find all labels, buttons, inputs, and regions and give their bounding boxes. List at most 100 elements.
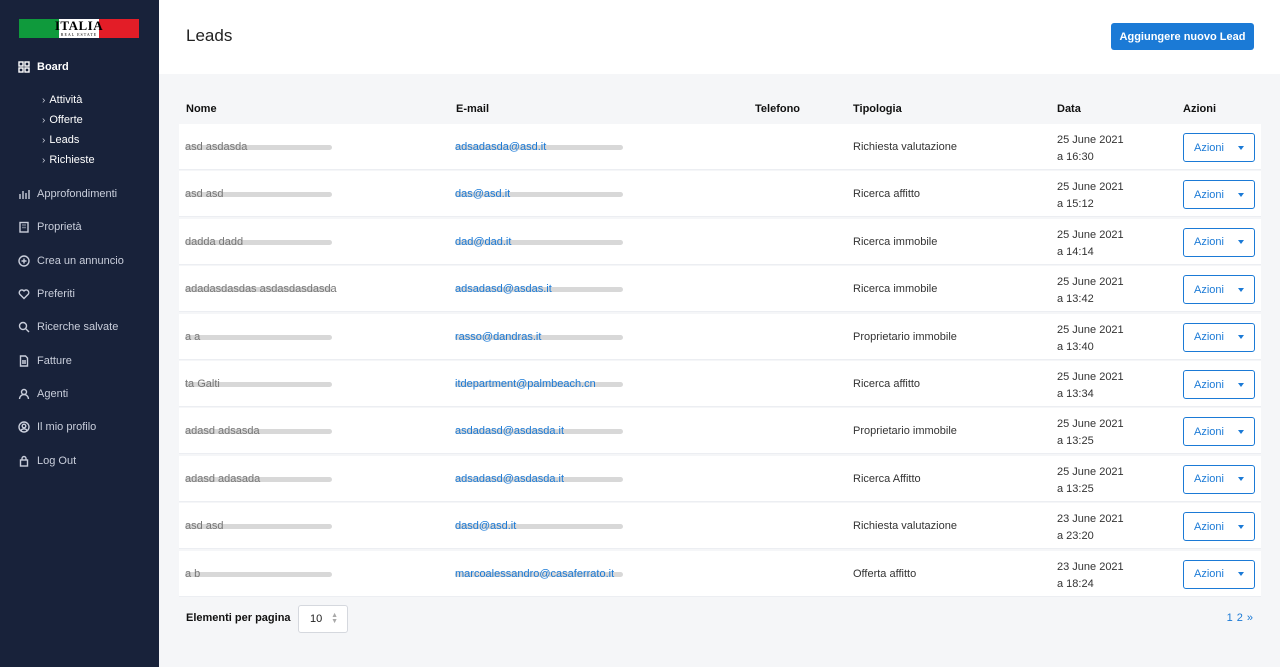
sidebar-item-crea-annuncio[interactable]: Crea un annuncio [18,252,124,270]
lead-email[interactable]: dad@dad.it [455,236,511,248]
lead-date-day: 25 June 2021 [1057,228,1124,241]
actions-label: Azioni [1194,283,1224,296]
sidebar-subitem-attivita[interactable]: › Attività [42,92,82,108]
column-header-tipologia[interactable]: Tipologia [853,103,902,115]
actions-label: Azioni [1194,473,1224,486]
lead-name: a a [185,330,201,343]
lead-email[interactable]: adsadasd@asdasda.it [455,473,564,485]
sidebar-item-agenti[interactable]: Agenti [18,385,68,403]
lead-email[interactable]: adsadasda@asd.it [455,141,546,153]
sidebar-item-label: Il mio profilo [37,421,97,433]
page-header: Leads Aggiungere nuovo Lead [159,0,1280,74]
lead-date: 25 June 2021 a 13:34 [1057,369,1124,403]
lead-date-time: a 16:30 [1057,151,1094,163]
sidebar-item-label: Log Out [37,455,77,467]
updown-icon: ▲ ▼ [331,612,338,625]
lead-name: adadasdasdas asdasdasdasda [185,283,337,296]
lead-type: Richiesta valutazione [853,141,957,153]
sidebar-subitem-label: Offerte [49,114,83,126]
actions-dropdown-button[interactable]: Azioni [1183,417,1255,447]
actions-dropdown-button[interactable]: Azioni [1183,227,1255,257]
actions-dropdown-button[interactable]: Azioni [1183,322,1255,352]
lead-date-day: 25 June 2021 [1057,371,1124,383]
actions-dropdown-button[interactable]: Azioni [1183,512,1255,542]
plus-circle-icon [18,255,30,267]
table-row[interactable]: asd asd dasd@asd.it Richiesta valutazion… [179,503,1261,550]
lead-email[interactable]: adsadasd@asdas.it [455,283,552,295]
page-link-2[interactable]: 2 [1237,612,1243,624]
lead-type: Ricerca affitto [853,188,921,201]
invoice-icon [18,355,30,367]
lead-email[interactable]: rasso@dandras.it [455,331,541,343]
sidebar-item-label: Approfondimenti [37,188,118,200]
lead-type: Proprietario immobile [853,330,957,343]
sidebar-item-fatture[interactable]: Fatture [18,352,72,370]
sidebar-item-preferiti[interactable]: Preferiti [18,285,75,303]
sidebar-subitem-label: Leads [49,134,80,146]
lead-date-time: a 13:25 [1057,482,1094,495]
lead-type: Richiesta valutazione [853,520,957,533]
page-next-link[interactable]: » [1247,612,1253,624]
sidebar-item-logout[interactable]: Log Out [18,452,76,470]
column-header-data[interactable]: Data [1057,103,1081,115]
lead-date-day: 23 June 2021 [1057,513,1124,526]
caret-down-icon [1238,192,1244,197]
sidebar-item-label: Agenti [37,388,69,400]
sidebar-item-approfondimenti[interactable]: Approfondimenti [18,185,117,203]
table-header: Nome E-mail Telefono Tipologia Data Azio… [179,100,1261,120]
lead-date: 25 June 2021 a 14:14 [1057,227,1124,261]
page-link-1[interactable]: 1 [1227,612,1233,624]
redaction-bar [185,334,332,340]
lead-name: adasd adsasda [185,425,260,438]
caret-down-icon [1238,477,1244,482]
sidebar-item-ricerche-salvate[interactable]: Ricerche salvate [18,318,118,336]
sidebar-item-proprieta[interactable]: Proprietà [18,218,82,236]
lead-date-day: 25 June 2021 [1057,181,1124,194]
brand-logo[interactable]: ITALIA REAL ESTATE [19,19,139,38]
table-row[interactable]: a b marcoalessandro@casaferrato.it Offer… [179,550,1261,597]
caret-down-icon [1238,145,1244,150]
lead-date-time: a 13:40 [1057,340,1094,353]
actions-dropdown-button[interactable]: Azioni [1183,370,1255,399]
lead-email[interactable]: marcoalessandro@casaferrato.it [455,568,614,580]
actions-dropdown-button[interactable]: Azioni [1183,559,1255,589]
lead-email[interactable]: asdadasd@asdasda.it [455,425,564,437]
actions-dropdown-button[interactable]: Azioni [1183,180,1255,210]
column-header-nome[interactable]: Nome [186,103,217,115]
add-lead-button[interactable]: Aggiungere nuovo Lead [1111,23,1254,50]
table-row[interactable]: adadasdasdas asdasdasdasda adsadasd@asda… [179,266,1261,313]
lead-type: Ricerca Affitto [853,472,921,485]
lead-type: Proprietario immobile [853,425,957,438]
sidebar-item-label: Ricerche salvate [37,321,119,333]
lead-email[interactable]: itdepartment@palmbeach.cn [455,378,596,390]
lead-email[interactable]: das@asd.it [455,188,510,200]
lock-icon [18,455,30,467]
sidebar-subitem-leads[interactable]: › Leads [42,132,79,148]
table-row[interactable]: asd asd das@asd.it Ricerca affitto 25 Ju… [179,171,1261,218]
column-header-email[interactable]: E-mail [456,103,489,115]
table-row[interactable]: ta Galti itdepartment@palmbeach.cn Ricer… [179,361,1261,407]
per-page-select[interactable]: 10 ▲ ▼ [298,605,348,633]
sidebar-subitem-offerte[interactable]: › Offerte [42,112,83,128]
actions-dropdown-button[interactable]: Azioni [1183,133,1255,162]
sidebar-subitem-richieste[interactable]: › Richieste [42,152,95,168]
lead-date: 25 June 2021 a 16:30 [1057,132,1124,166]
actions-dropdown-button[interactable]: Azioni [1183,275,1255,305]
table-row[interactable]: a a rasso@dandras.it Proprietario immobi… [179,313,1261,360]
sidebar-item-board[interactable]: Board [18,58,69,76]
per-page-value: 10 [310,613,323,625]
grid-icon [18,61,30,73]
sidebar-item-profilo[interactable]: Il mio profilo [18,418,96,436]
table-row[interactable]: adasd adasada adsadasd@asdasda.it Ricerc… [179,455,1261,502]
table-row[interactable]: asd asdasda adsadasda@asd.it Richiesta v… [179,124,1261,170]
lead-date-day: 25 June 2021 [1057,323,1124,336]
actions-dropdown-button[interactable]: Azioni [1183,464,1255,494]
lead-email[interactable]: dasd@asd.it [455,520,516,532]
chevron-right-icon: › [42,134,46,146]
search-icon [18,321,30,333]
table-row[interactable]: adasd adsasda asdadasd@asdasda.it Propri… [179,408,1261,455]
table-row[interactable]: dadda dadd dad@dad.it Ricerca immobile 2… [179,218,1261,265]
column-header-telefono[interactable]: Telefono [755,103,800,115]
lead-date: 25 June 2021 a 15:12 [1057,179,1124,213]
sidebar-item-label: Preferiti [37,288,75,300]
